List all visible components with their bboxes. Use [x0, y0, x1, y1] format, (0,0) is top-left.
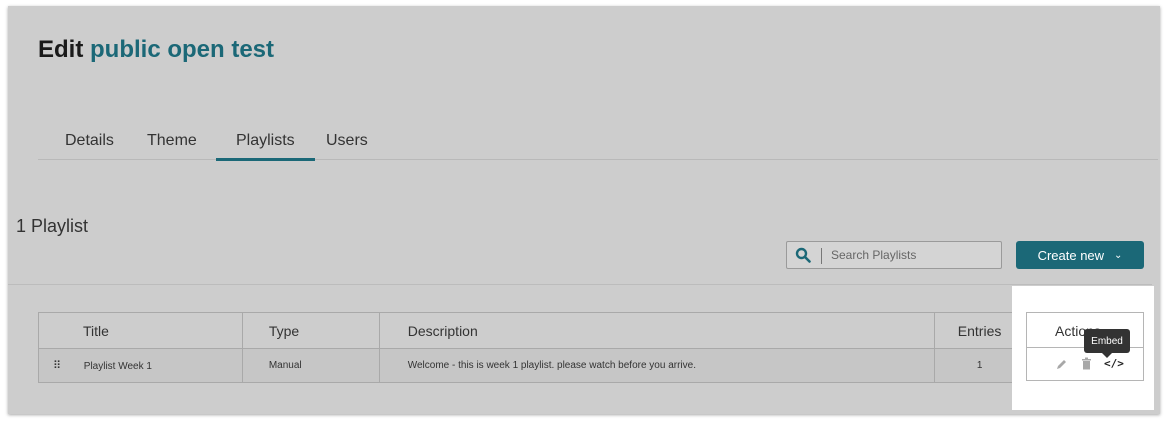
search-box[interactable]: [786, 241, 1002, 269]
tab-bar: Details Theme Playlists Users: [38, 126, 1158, 161]
title-prefix: Edit: [38, 36, 84, 63]
channel-name: public open test: [90, 36, 275, 63]
embed-icon[interactable]: </>: [1104, 357, 1124, 370]
tab-details[interactable]: Details: [65, 132, 114, 158]
create-new-label: Create new: [1037, 247, 1105, 263]
trash-icon[interactable]: [1081, 357, 1092, 370]
create-new-button[interactable]: Create new ⌄: [1016, 241, 1144, 269]
drag-handle-icon[interactable]: ⠿: [53, 359, 81, 372]
playlist-table: Title Type Description Entries Actions ⠿…: [38, 312, 1144, 383]
tab-theme[interactable]: Theme: [147, 132, 197, 158]
edit-icon[interactable]: [1055, 358, 1068, 371]
column-title[interactable]: Title: [38, 312, 243, 349]
table-header-row: Title Type Description Entries Actions: [38, 312, 1144, 349]
search-divider: [821, 248, 822, 264]
playlist-title[interactable]: Playlist Week 1: [84, 361, 152, 372]
playlist-type: Manual: [241, 348, 380, 383]
column-description[interactable]: Description: [378, 312, 936, 349]
chevron-down-icon: ⌄: [1114, 249, 1123, 261]
column-type[interactable]: Type: [241, 312, 380, 349]
tab-users[interactable]: Users: [326, 132, 368, 158]
section-divider: [8, 284, 1152, 285]
search-input[interactable]: [831, 246, 991, 264]
page-title: Edit public open test: [38, 36, 274, 64]
embed-tooltip: Embed: [1084, 329, 1130, 358]
search-icon: [795, 247, 811, 263]
playlist-count: 1 Playlist: [16, 216, 89, 236]
row-title-cell: ⠿ Playlist Week 1: [38, 348, 243, 383]
playlist-description: Welcome - this is week 1 playlist. pleas…: [378, 348, 936, 383]
table-row[interactable]: ⠿ Playlist Week 1 Manual Welcome - this …: [38, 348, 1144, 383]
page-frame: Edit public open test Details Theme Play…: [8, 6, 1160, 414]
tab-playlists[interactable]: Playlists: [216, 132, 315, 161]
